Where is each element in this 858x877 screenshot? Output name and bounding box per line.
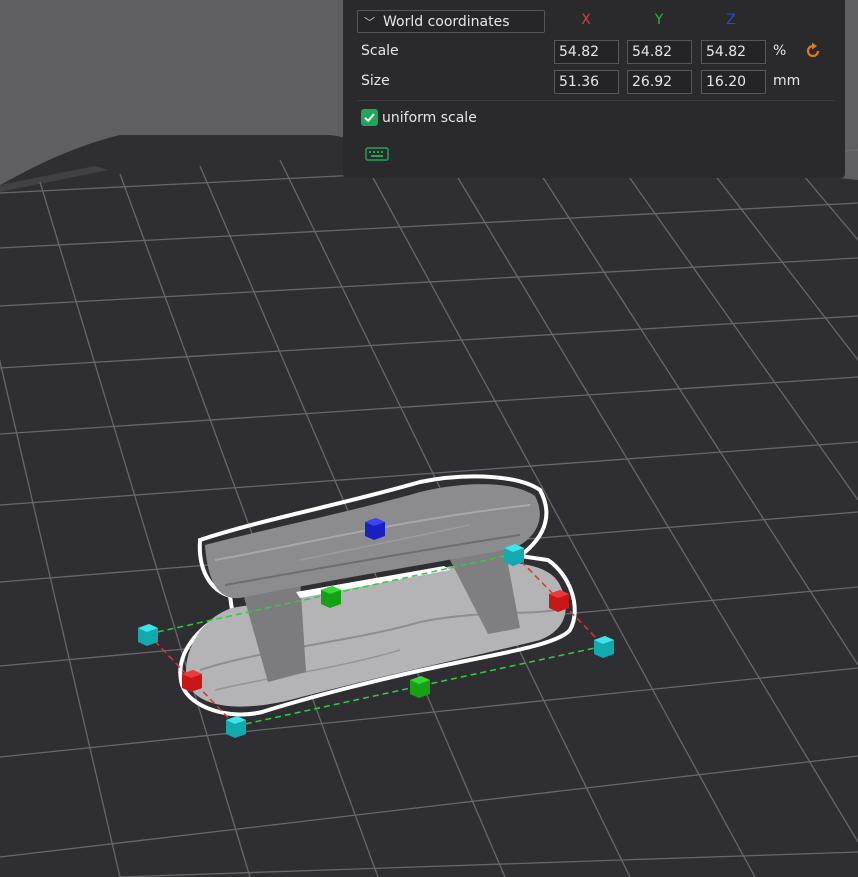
handle-corner-back-left[interactable] <box>138 624 158 646</box>
bench-model[interactable] <box>178 474 577 717</box>
scale-y-field[interactable] <box>627 40 692 64</box>
checkmark-icon <box>364 113 375 123</box>
scale-label: Scale <box>361 43 399 59</box>
axis-label-y: Y <box>654 12 664 28</box>
axis-label-x: X <box>581 12 591 28</box>
chevron-down-icon: ﹀ <box>364 15 375 29</box>
handle-corner-back-right[interactable] <box>504 544 524 566</box>
handle-y-back[interactable] <box>321 586 341 608</box>
reset-arrow-icon[interactable] <box>804 42 822 60</box>
handle-z-top[interactable] <box>365 518 385 540</box>
coordinate-system-value: World coordinates <box>383 13 510 30</box>
scale-x-field[interactable] <box>554 40 619 64</box>
uniform-scale-checkbox[interactable] <box>361 109 378 126</box>
handle-y-front[interactable] <box>410 676 430 698</box>
panel-divider <box>357 100 835 101</box>
axis-label-z: Z <box>726 12 736 28</box>
handle-x-right[interactable] <box>549 590 569 612</box>
uniform-scale-toggle[interactable]: uniform scale <box>361 109 477 126</box>
uniform-scale-label: uniform scale <box>382 109 477 126</box>
size-label: Size <box>361 73 390 89</box>
handle-x-left[interactable] <box>182 670 202 692</box>
coordinate-system-select[interactable]: ﹀ World coordinates <box>357 10 545 33</box>
size-z-field[interactable] <box>701 70 766 94</box>
scale-panel: ﹀ World coordinates X Y Z Scale % Size m… <box>343 0 845 178</box>
size-unit: mm <box>773 73 801 89</box>
handle-corner-front-left[interactable] <box>226 716 246 738</box>
handle-corner-front-right[interactable] <box>594 636 614 658</box>
size-y-field[interactable] <box>627 70 692 94</box>
size-x-field[interactable] <box>554 70 619 94</box>
scale-z-field[interactable] <box>701 40 766 64</box>
scale-unit: % <box>773 43 787 59</box>
keyboard-icon[interactable] <box>365 145 389 163</box>
